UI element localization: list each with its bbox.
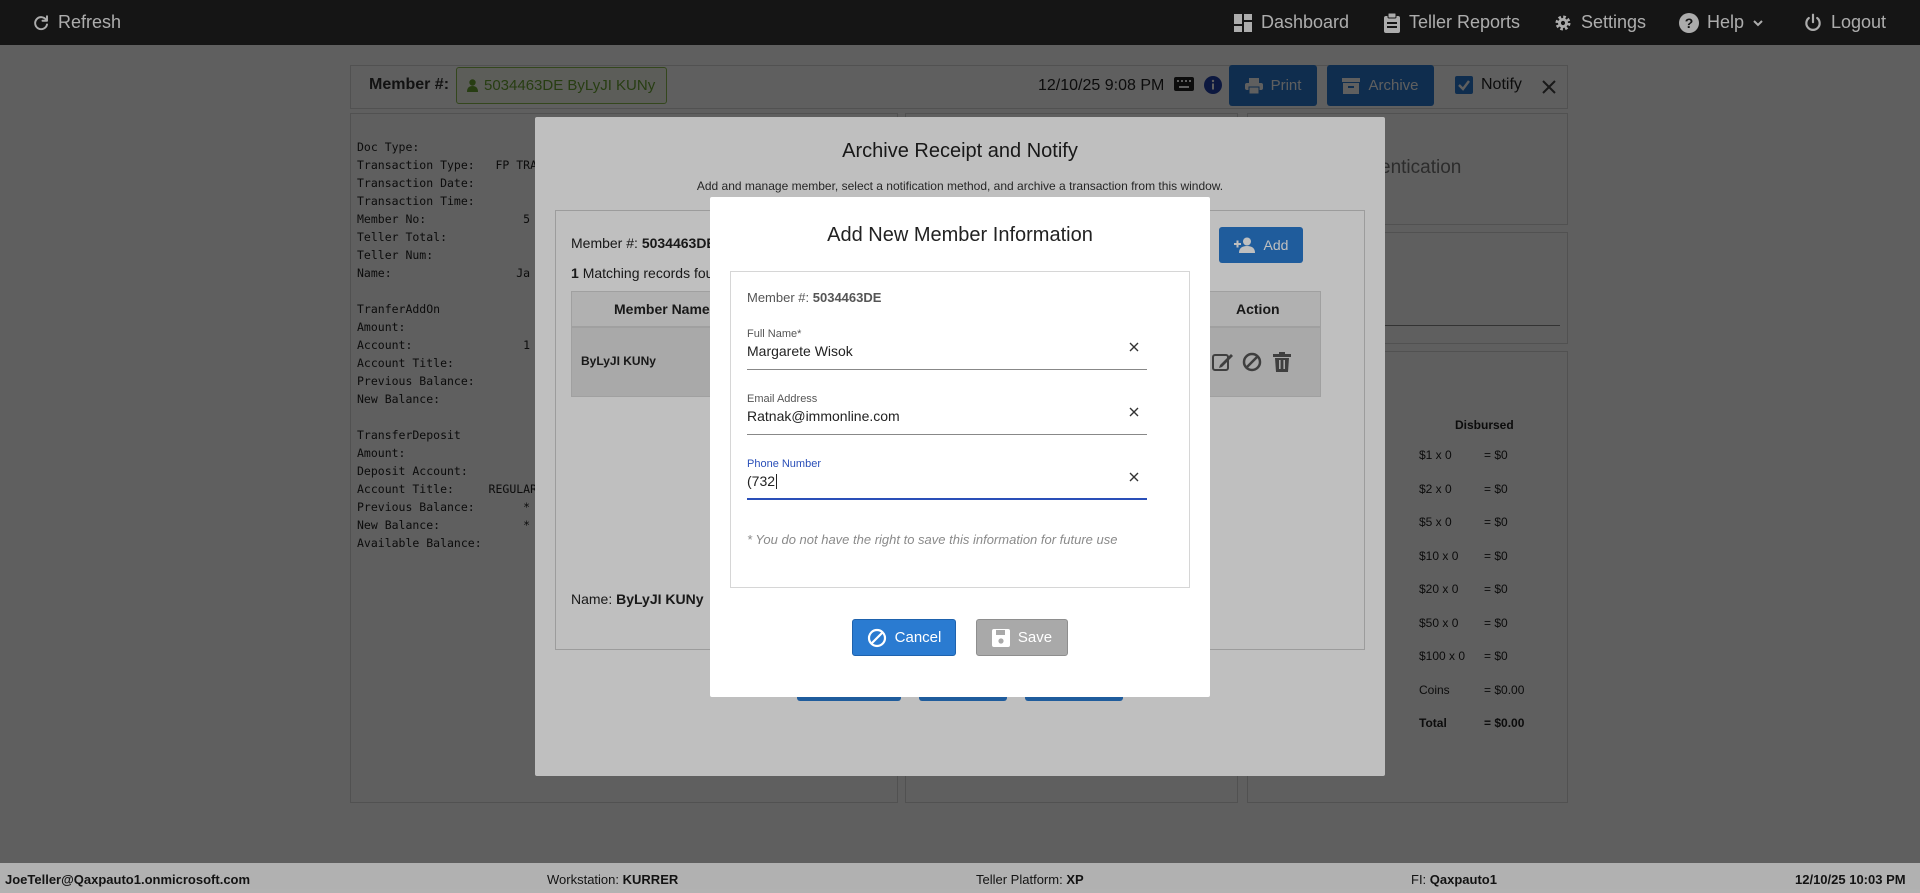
clear-icon[interactable] — [1129, 407, 1139, 417]
full-name-field[interactable]: Full Name* Margarete Wisok — [747, 328, 1147, 370]
add-member-title: Add New Member Information — [827, 224, 1093, 246]
add-member-modal: Add New Member Information Member #: 503… — [710, 197, 1210, 697]
clear-icon[interactable] — [1129, 342, 1139, 352]
phone-input[interactable]: (732 — [747, 473, 778, 489]
floppy-disk-icon — [991, 628, 1010, 647]
clear-icon[interactable] — [1129, 472, 1139, 482]
phone-value: (732 — [747, 473, 776, 489]
form-member-label: Member #: — [747, 290, 810, 305]
full-name-label: Full Name* — [747, 328, 802, 340]
email-label: Email Address — [747, 393, 818, 405]
text-caret — [776, 473, 778, 489]
save-label: Save — [1017, 629, 1053, 646]
cancel-icon — [867, 628, 887, 648]
save-button[interactable]: Save — [976, 619, 1068, 656]
phone-label: Phone Number — [747, 458, 821, 470]
form-member-value: 5034463DE — [812, 290, 882, 305]
save-permission-note: * You do not have the right to save this… — [747, 532, 1118, 547]
cancel-button[interactable]: Cancel — [852, 619, 956, 656]
full-name-value: Margarete Wisok — [747, 343, 853, 359]
member-form: Member #: 5034463DE Full Name* Margarete… — [730, 271, 1190, 588]
email-field[interactable]: Email Address Ratnak@immonline.com — [747, 393, 1147, 435]
form-member-line: Member #: 5034463DE — [747, 290, 881, 305]
email-value: Ratnak@immonline.com — [747, 408, 900, 424]
cancel-label: Cancel — [894, 629, 942, 646]
phone-field[interactable]: Phone Number (732 — [747, 458, 1147, 500]
